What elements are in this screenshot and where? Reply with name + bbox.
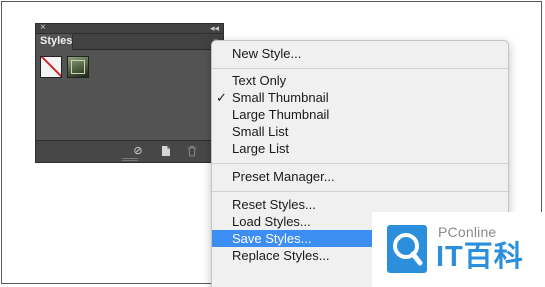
watermark-brand: PConline (438, 224, 497, 240)
new-style-icon[interactable] (160, 145, 172, 157)
panel-tab-row: Styles ≡ (36, 34, 223, 50)
menu-item-preset-manager[interactable]: Preset Manager... (212, 168, 508, 185)
menu-item-label: Small Thumbnail (232, 90, 329, 105)
tab-styles[interactable]: Styles (36, 34, 73, 50)
menu-item-label: Large Thumbnail (232, 107, 330, 122)
menu-separator (212, 191, 508, 192)
menu-separator (212, 68, 508, 69)
watermark-name: IT百科 (436, 241, 524, 273)
styles-panel: × ◂◂ Styles ≡ ⊘ (35, 22, 224, 163)
watermark: PConline IT百科 (372, 212, 545, 287)
search-logo-icon (387, 225, 427, 273)
panel-bottom-bar: ⊘ (36, 140, 223, 162)
close-icon[interactable]: × (40, 22, 46, 34)
style-thumbnail-none[interactable] (40, 56, 62, 78)
style-thumbnail-preset[interactable] (67, 56, 89, 78)
menu-item-large-list[interactable]: Large List (212, 140, 508, 157)
menu-item-label: Small List (232, 124, 289, 139)
menu-item-label: Load Styles... (232, 214, 311, 229)
menu-item-label: Preset Manager... (232, 169, 335, 184)
delete-style-icon[interactable] (186, 145, 198, 157)
clear-style-icon[interactable]: ⊘ (132, 145, 144, 157)
menu-item-label: Text Only (232, 73, 287, 88)
menu-item-small-thumbnail[interactable]: ✓ Small Thumbnail (212, 89, 508, 106)
menu-item-new-style[interactable]: New Style... (212, 45, 508, 62)
menu-item-text-only[interactable]: Text Only (212, 72, 508, 89)
menu-item-reset-styles[interactable]: Reset Styles... (212, 196, 508, 213)
collapse-icon[interactable]: ◂◂ (210, 22, 219, 34)
menu-item-label: Large List (232, 141, 290, 156)
panel-title-bar: × ◂◂ (36, 22, 223, 34)
menu-item-label: Reset Styles... (232, 197, 316, 212)
resize-grip[interactable] (122, 158, 138, 161)
menu-item-label: New Style... (232, 46, 302, 61)
menu-item-label: Save Styles... (232, 231, 312, 246)
menu-item-label: Replace Styles... (232, 248, 330, 263)
menu-separator (212, 163, 508, 164)
menu-item-large-thumbnail[interactable]: Large Thumbnail (212, 106, 508, 123)
menu-item-small-list[interactable]: Small List (212, 123, 508, 140)
checkmark-icon: ✓ (216, 90, 227, 105)
